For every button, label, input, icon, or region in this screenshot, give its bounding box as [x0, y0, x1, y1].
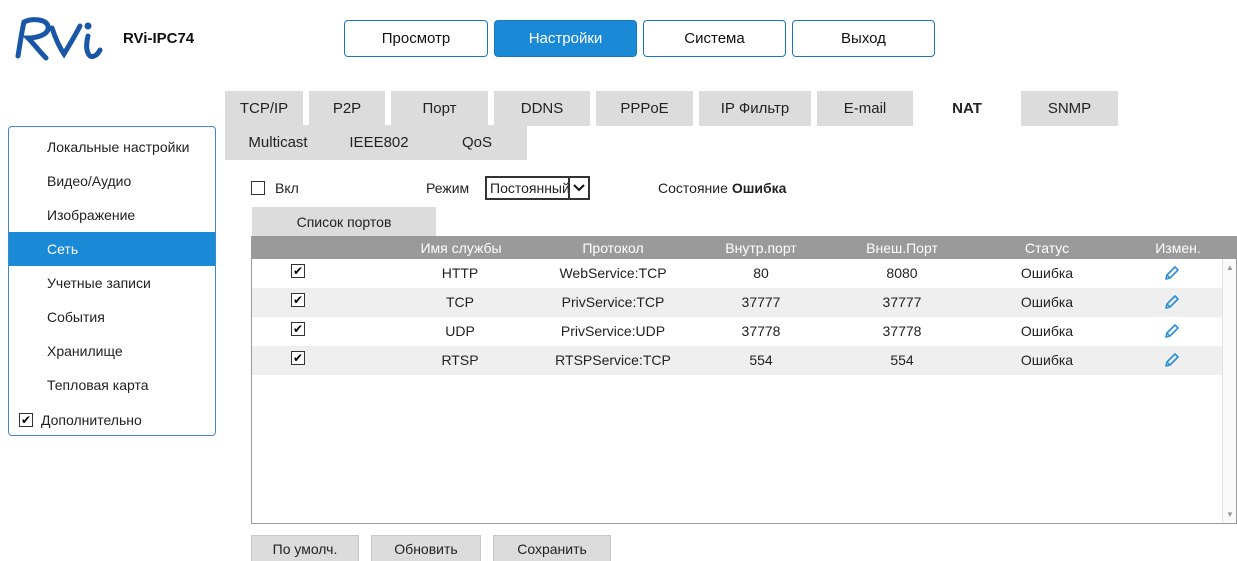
- tab-multicast[interactable]: Multicast: [225, 125, 331, 160]
- tab-pppoe[interactable]: PPPoE: [596, 91, 693, 126]
- chevron-down-icon: [568, 178, 588, 198]
- rvi-logo-icon: [15, 17, 103, 61]
- status: Ошибка: [1020, 294, 1074, 310]
- external-port: 8080: [886, 265, 918, 281]
- service-name: UDP: [445, 323, 475, 339]
- protocol: PrivService:UDP: [560, 323, 666, 339]
- sidebar-item-image[interactable]: Изображение: [9, 198, 215, 232]
- nat-settings-form: Вкл Режим Постоянный Состояние Ошибка: [251, 176, 1231, 200]
- advanced-label: Дополнительно: [41, 412, 142, 428]
- row-checkbox[interactable]: ✔: [291, 264, 305, 278]
- table-row[interactable]: ✔ RTSP RTSPService:TCP 554 554 Ошибка: [252, 346, 1236, 375]
- sidebar-item-events[interactable]: События: [9, 300, 215, 334]
- table-row[interactable]: ✔ HTTP WebService:TCP 80 8080 Ошибка: [252, 259, 1236, 288]
- edit-pencil-icon[interactable]: [1163, 264, 1181, 282]
- sidebar-item-storage[interactable]: Хранилище: [9, 334, 215, 368]
- tab-p2p[interactable]: P2P: [309, 91, 385, 126]
- enable-toggle[interactable]: Вкл: [251, 180, 299, 196]
- refresh-button[interactable]: Обновить: [371, 535, 481, 561]
- protocol: PrivService:TCP: [561, 294, 665, 310]
- nav-logout-button[interactable]: Выход: [792, 20, 935, 57]
- tab-ddns[interactable]: DDNS: [494, 91, 590, 126]
- service-name: HTTP: [441, 265, 479, 281]
- sidebar-item-accounts[interactable]: Учетные записи: [9, 266, 215, 300]
- row-checkbox[interactable]: ✔: [291, 351, 305, 365]
- nav-system-button[interactable]: Система: [643, 20, 786, 57]
- column-internal-port: Внутр.порт: [725, 240, 797, 256]
- model-name: RVi-IPC74: [123, 30, 195, 47]
- table-row[interactable]: ✔ TCP PrivService:TCP 37777 37777 Ошибка: [252, 288, 1236, 317]
- row-checkbox[interactable]: ✔: [291, 293, 305, 307]
- enable-checkbox[interactable]: [251, 181, 265, 195]
- advanced-checkbox[interactable]: ✔: [19, 413, 33, 427]
- default-button[interactable]: По умолч.: [251, 535, 359, 561]
- state-value: Ошибка: [731, 180, 787, 196]
- internal-port: 37777: [741, 294, 781, 310]
- column-status: Статус: [1024, 240, 1070, 256]
- tabs-row-1: TCP/IP P2P Порт DDNS PPPoE IP Фильтр E-m…: [225, 91, 1118, 126]
- service-name: TCP: [446, 294, 474, 310]
- sidebar: Локальные настройки Видео/Аудио Изображе…: [8, 126, 216, 436]
- column-external-port: Внеш.Порт: [866, 240, 938, 256]
- save-button[interactable]: Сохранить: [493, 535, 611, 561]
- tab-ieee802[interactable]: IEEE802: [331, 125, 427, 160]
- tab-qos[interactable]: QoS: [427, 125, 527, 160]
- column-edit: Измен.: [1155, 240, 1201, 256]
- enable-label: Вкл: [275, 180, 299, 196]
- mode-label: Режим: [426, 180, 470, 196]
- column-protocol: Протокол: [582, 240, 644, 256]
- tabs-row-2: Multicast IEEE802 QoS: [225, 125, 527, 160]
- scroll-up-icon[interactable]: ▲: [1226, 263, 1234, 272]
- top-nav: Просмотр Настройки Система Выход: [344, 20, 935, 57]
- sidebar-item-heatmap[interactable]: Тепловая карта: [9, 368, 215, 402]
- state-label: Состояние: [658, 180, 728, 196]
- status: Ошибка: [1020, 323, 1074, 339]
- tab-port[interactable]: Порт: [391, 91, 488, 126]
- sidebar-item-network[interactable]: Сеть: [9, 232, 215, 266]
- service-name: RTSP: [441, 352, 479, 368]
- status: Ошибка: [1020, 265, 1074, 281]
- mode-select[interactable]: Постоянный: [485, 176, 590, 200]
- scroll-down-icon[interactable]: ▼: [1226, 510, 1234, 519]
- row-checkbox[interactable]: ✔: [291, 322, 305, 336]
- tab-email[interactable]: E-mail: [817, 91, 913, 126]
- external-port: 554: [890, 352, 914, 368]
- table-scrollbar[interactable]: ▲ ▼: [1222, 259, 1236, 523]
- edit-pencil-icon[interactable]: [1163, 293, 1181, 311]
- edit-pencil-icon[interactable]: [1163, 351, 1181, 369]
- sidebar-item-local-settings[interactable]: Локальные настройки: [9, 130, 215, 164]
- state-display: Состояние Ошибка: [658, 180, 786, 196]
- external-port: 37777: [882, 294, 922, 310]
- nav-preview-button[interactable]: Просмотр: [344, 20, 488, 57]
- internal-port: 37778: [741, 323, 781, 339]
- tab-tcpip[interactable]: TCP/IP: [225, 91, 303, 126]
- sidebar-item-advanced[interactable]: ✔ Дополнительно: [9, 402, 215, 438]
- tab-nat[interactable]: NAT: [919, 91, 1015, 126]
- internal-port: 80: [753, 265, 769, 281]
- tab-snmp[interactable]: SNMP: [1021, 91, 1118, 126]
- brand-logo: [14, 16, 114, 62]
- port-table: Имя службы Протокол Внутр.порт Внеш.Порт…: [251, 236, 1237, 524]
- sidebar-item-video-audio[interactable]: Видео/Аудио: [9, 164, 215, 198]
- tab-port-list[interactable]: Список портов: [252, 207, 436, 236]
- status: Ошибка: [1020, 352, 1074, 368]
- internal-port: 554: [749, 352, 773, 368]
- protocol: RTSPService:TCP: [555, 352, 671, 368]
- tab-ip-filter[interactable]: IP Фильтр: [699, 91, 811, 126]
- action-buttons: По умолч. Обновить Сохранить: [251, 535, 611, 561]
- column-service-name: Имя службы: [420, 240, 502, 256]
- mode-select-value: Постоянный: [490, 180, 568, 196]
- nav-settings-button[interactable]: Настройки: [494, 20, 637, 57]
- table-row[interactable]: ✔ UDP PrivService:UDP 37778 37778 Ошибка: [252, 317, 1236, 346]
- edit-pencil-icon[interactable]: [1163, 322, 1181, 340]
- table-header: Имя службы Протокол Внутр.порт Внеш.Порт…: [252, 237, 1236, 259]
- external-port: 37778: [882, 323, 922, 339]
- protocol: WebService:TCP: [559, 265, 667, 281]
